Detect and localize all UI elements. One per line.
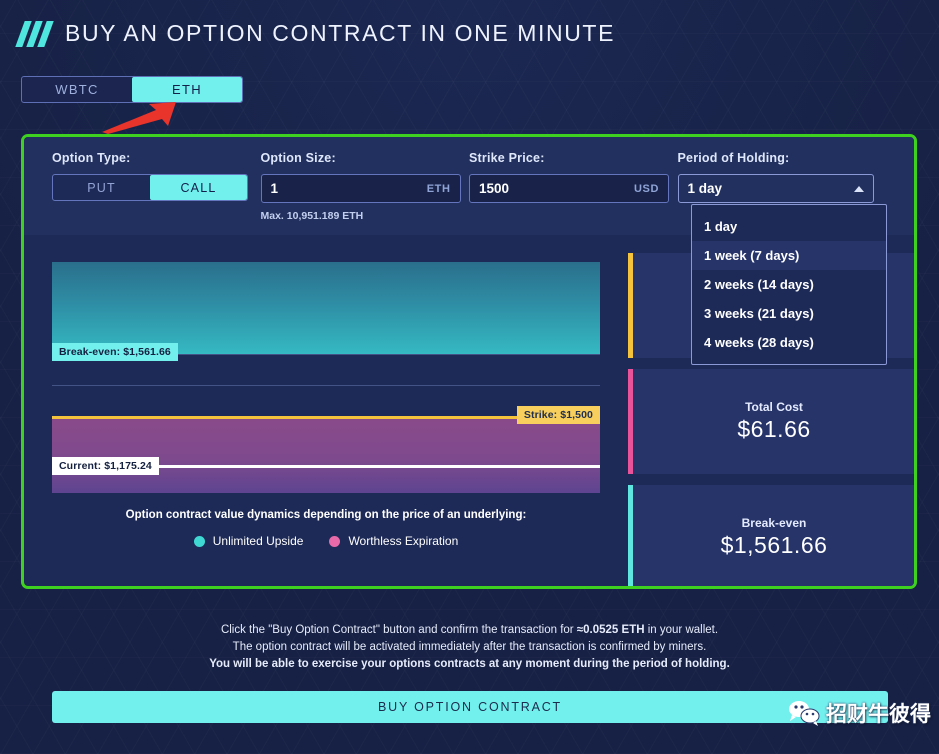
watermark: 招财牛彼得 xyxy=(787,698,931,728)
field-option-size: Option Size: 1 ETH Max. 10,951.189 ETH xyxy=(260,151,470,235)
chart-strike-tag: Strike: $1,500 xyxy=(516,406,600,424)
option-type-toggle[interactable]: PUT CALL xyxy=(52,174,248,201)
footer-eth-amount: ≈0.0525 ETH xyxy=(576,624,645,636)
wechat-icon xyxy=(789,701,820,726)
strike-price-input[interactable]: 1500 USD xyxy=(469,174,669,203)
chart-band-upside xyxy=(52,262,600,354)
footer-line-2: The option contract will be activated im… xyxy=(232,641,707,653)
footer-line1-a: Click the "Buy Option Contract" button a… xyxy=(220,624,577,636)
field-strike-price: Strike Price: 1500 USD xyxy=(469,151,678,235)
summary-card-total-cost: Total Cost $61.66 xyxy=(628,369,914,474)
app-root: BUY AN OPTION CONTRACT IN ONE MINUTE WBT… xyxy=(0,0,939,754)
footer-instructions: Click the "Buy Option Contract" button a… xyxy=(0,622,939,673)
page-title: BUY AN OPTION CONTRACT IN ONE MINUTE xyxy=(65,20,616,46)
chart-caption: Option contract value dynamics depending… xyxy=(125,509,527,521)
period-option-4-weeks[interactable]: 4 weeks (28 days) xyxy=(692,328,886,357)
asset-tab-eth[interactable]: ETH xyxy=(132,77,242,102)
card-value: $61.66 xyxy=(737,416,811,442)
legend-dot-icon xyxy=(329,535,341,547)
legend-label: Worthless Expiration xyxy=(348,534,459,548)
card-label: Total Cost xyxy=(745,400,803,414)
option-size-unit: ETH xyxy=(426,182,451,195)
asset-tab-group[interactable]: WBTC ETH xyxy=(21,76,243,103)
chart-legend: Unlimited Upside Worthless Expiration xyxy=(52,534,600,548)
footer-line1-c: in your wallet. xyxy=(644,624,719,636)
option-builder-panel: Option Type: PUT CALL Option Size: 1 ETH… xyxy=(21,134,917,589)
chart-breakeven-tag: Break-even: $1,561.66 xyxy=(52,343,178,361)
field-option-type: Option Type: PUT CALL xyxy=(52,151,261,235)
option-type-put[interactable]: PUT xyxy=(53,175,150,200)
card-value: $1,561.66 xyxy=(720,532,828,558)
card-accent-bar xyxy=(628,369,633,474)
legend-dot-icon xyxy=(193,535,205,547)
option-size-value: 1 xyxy=(270,181,279,196)
period-label: Period of Holding: xyxy=(677,151,790,165)
strike-price-unit: USD xyxy=(633,182,659,195)
strike-price-value: 1500 xyxy=(479,181,510,196)
footer-line-3: You will be able to exercise your option… xyxy=(209,658,730,670)
page-header: BUY AN OPTION CONTRACT IN ONE MINUTE xyxy=(15,20,616,47)
option-size-input[interactable]: 1 ETH xyxy=(260,174,461,203)
triple-slash-icon xyxy=(15,20,54,47)
period-option-2-weeks[interactable]: 2 weeks (14 days) xyxy=(692,270,886,299)
period-option-3-weeks[interactable]: 3 weeks (21 days) xyxy=(692,299,886,328)
card-accent-bar xyxy=(628,253,633,358)
chart-column: Break-even: $1,561.66 Strike: $1,500 Cur… xyxy=(52,253,600,548)
legend-label: Unlimited Upside xyxy=(212,534,304,548)
chart-band-worthless xyxy=(52,417,600,493)
option-size-label: Option Size: xyxy=(260,151,336,165)
payoff-chart: Break-even: $1,561.66 Strike: $1,500 Cur… xyxy=(52,253,600,493)
chevron-up-icon xyxy=(853,185,864,192)
card-label: Break-even xyxy=(741,516,807,530)
option-type-label: Option Type: xyxy=(52,151,131,165)
legend-item-unlimited-upside: Unlimited Upside xyxy=(193,534,304,548)
strike-price-label: Strike Price: xyxy=(469,151,545,165)
asset-tab-wbtc[interactable]: WBTC xyxy=(22,77,132,102)
period-dropdown-menu[interactable]: 1 day 1 week (7 days) 2 weeks (14 days) … xyxy=(691,204,887,365)
red-arrow-icon xyxy=(102,102,176,134)
card-accent-bar xyxy=(628,485,633,586)
period-option-1-day[interactable]: 1 day xyxy=(692,212,886,241)
option-size-max-hint: Max. 10,951.189 ETH xyxy=(260,210,364,222)
watermark-text: 招财牛彼得 xyxy=(826,703,931,726)
footer-line-1: Click the "Buy Option Contract" button a… xyxy=(0,622,939,639)
buy-option-contract-button[interactable]: BUY OPTION CONTRACT xyxy=(52,691,888,723)
period-selected-value: 1 day xyxy=(687,181,723,196)
legend-item-worthless-expiration: Worthless Expiration xyxy=(329,534,458,548)
period-option-1-week[interactable]: 1 week (7 days) xyxy=(692,241,886,270)
period-select[interactable]: 1 day xyxy=(677,174,874,203)
summary-card-break-even: Break-even $1,561.66 xyxy=(628,485,914,586)
option-type-call[interactable]: CALL xyxy=(150,175,247,200)
chart-current-tag: Current: $1,175.24 xyxy=(52,457,159,475)
